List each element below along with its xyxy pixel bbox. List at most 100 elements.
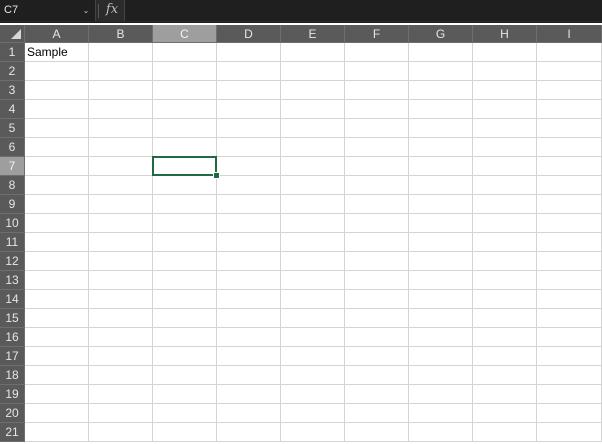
column-header-b[interactable]: B — [89, 25, 153, 43]
cell-d20[interactable] — [217, 404, 281, 423]
cell-e5[interactable] — [281, 119, 345, 138]
cell-i8[interactable] — [537, 176, 602, 195]
row-header-6[interactable]: 6 — [0, 138, 25, 157]
cell-a11[interactable] — [25, 233, 89, 252]
cell-b7[interactable] — [89, 157, 153, 176]
cell-i15[interactable] — [537, 309, 602, 328]
cell-c8[interactable] — [153, 176, 217, 195]
cell-h14[interactable] — [473, 290, 537, 309]
cell-b2[interactable] — [89, 62, 153, 81]
row-header-17[interactable]: 17 — [0, 347, 25, 366]
cell-b16[interactable] — [89, 328, 153, 347]
cell-c15[interactable] — [153, 309, 217, 328]
column-header-f[interactable]: F — [345, 25, 409, 43]
cell-b11[interactable] — [89, 233, 153, 252]
cell-e14[interactable] — [281, 290, 345, 309]
cell-c14[interactable] — [153, 290, 217, 309]
cell-g12[interactable] — [409, 252, 473, 271]
cell-g14[interactable] — [409, 290, 473, 309]
cell-i21[interactable] — [537, 423, 602, 442]
cell-a4[interactable] — [25, 100, 89, 119]
cell-area[interactable]: Sample — [25, 43, 602, 444]
cell-g8[interactable] — [409, 176, 473, 195]
cell-c17[interactable] — [153, 347, 217, 366]
select-all-button[interactable] — [0, 25, 25, 43]
cell-g2[interactable] — [409, 62, 473, 81]
cell-g4[interactable] — [409, 100, 473, 119]
cell-d19[interactable] — [217, 385, 281, 404]
cell-d15[interactable] — [217, 309, 281, 328]
cell-g11[interactable] — [409, 233, 473, 252]
cell-h21[interactable] — [473, 423, 537, 442]
formula-input[interactable] — [124, 0, 602, 21]
cell-f6[interactable] — [345, 138, 409, 157]
cell-h15[interactable] — [473, 309, 537, 328]
cell-f4[interactable] — [345, 100, 409, 119]
cell-e15[interactable] — [281, 309, 345, 328]
cell-g5[interactable] — [409, 119, 473, 138]
row-header-14[interactable]: 14 — [0, 290, 25, 309]
cell-a9[interactable] — [25, 195, 89, 214]
cell-e17[interactable] — [281, 347, 345, 366]
cell-h9[interactable] — [473, 195, 537, 214]
cell-d13[interactable] — [217, 271, 281, 290]
cell-f12[interactable] — [345, 252, 409, 271]
cell-h20[interactable] — [473, 404, 537, 423]
cell-i2[interactable] — [537, 62, 602, 81]
cell-e16[interactable] — [281, 328, 345, 347]
column-header-e[interactable]: E — [281, 25, 345, 43]
cell-d1[interactable] — [217, 43, 281, 62]
row-header-2[interactable]: 2 — [0, 62, 25, 81]
cell-h3[interactable] — [473, 81, 537, 100]
cell-e10[interactable] — [281, 214, 345, 233]
cell-a13[interactable] — [25, 271, 89, 290]
cell-i14[interactable] — [537, 290, 602, 309]
cell-c9[interactable] — [153, 195, 217, 214]
cell-h19[interactable] — [473, 385, 537, 404]
cell-d6[interactable] — [217, 138, 281, 157]
cell-g21[interactable] — [409, 423, 473, 442]
cell-c12[interactable] — [153, 252, 217, 271]
cell-f9[interactable] — [345, 195, 409, 214]
cell-d3[interactable] — [217, 81, 281, 100]
cell-a10[interactable] — [25, 214, 89, 233]
cell-c21[interactable] — [153, 423, 217, 442]
cell-b4[interactable] — [89, 100, 153, 119]
cell-b9[interactable] — [89, 195, 153, 214]
cell-e13[interactable] — [281, 271, 345, 290]
cell-c16[interactable] — [153, 328, 217, 347]
cell-b15[interactable] — [89, 309, 153, 328]
cell-e11[interactable] — [281, 233, 345, 252]
cell-b17[interactable] — [89, 347, 153, 366]
row-header-15[interactable]: 15 — [0, 309, 25, 328]
cell-b10[interactable] — [89, 214, 153, 233]
cell-g20[interactable] — [409, 404, 473, 423]
cell-a16[interactable] — [25, 328, 89, 347]
row-header-18[interactable]: 18 — [0, 366, 25, 385]
cell-d7[interactable] — [217, 157, 281, 176]
fill-handle[interactable] — [213, 172, 220, 179]
cell-h18[interactable] — [473, 366, 537, 385]
cell-i12[interactable] — [537, 252, 602, 271]
cell-f11[interactable] — [345, 233, 409, 252]
row-header-13[interactable]: 13 — [0, 271, 25, 290]
cell-d16[interactable] — [217, 328, 281, 347]
cell-f21[interactable] — [345, 423, 409, 442]
cell-i10[interactable] — [537, 214, 602, 233]
cell-g1[interactable] — [409, 43, 473, 62]
row-header-16[interactable]: 16 — [0, 328, 25, 347]
cell-h13[interactable] — [473, 271, 537, 290]
cell-b12[interactable] — [89, 252, 153, 271]
cell-h10[interactable] — [473, 214, 537, 233]
cell-e7[interactable] — [281, 157, 345, 176]
cell-f14[interactable] — [345, 290, 409, 309]
cell-c11[interactable] — [153, 233, 217, 252]
cell-a14[interactable] — [25, 290, 89, 309]
cell-b18[interactable] — [89, 366, 153, 385]
cell-e3[interactable] — [281, 81, 345, 100]
cell-f16[interactable] — [345, 328, 409, 347]
cell-a21[interactable] — [25, 423, 89, 442]
name-box[interactable]: C7 ⌄ — [0, 0, 96, 21]
cell-b1[interactable] — [89, 43, 153, 62]
cell-g18[interactable] — [409, 366, 473, 385]
